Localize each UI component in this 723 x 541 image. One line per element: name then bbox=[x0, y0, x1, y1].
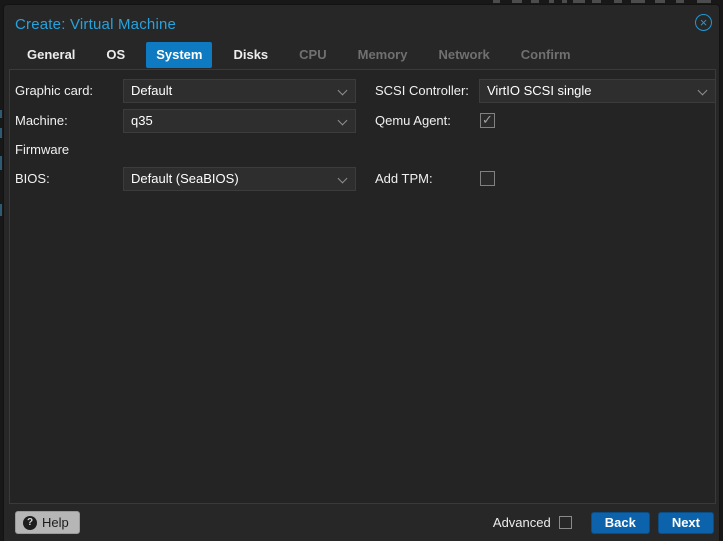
machine-select[interactable]: q35 bbox=[123, 109, 356, 133]
graphic-card-value: Default bbox=[131, 83, 172, 98]
bios-value: Default (SeaBIOS) bbox=[131, 171, 239, 186]
machine-value: q35 bbox=[131, 113, 153, 128]
advanced-checkbox[interactable] bbox=[559, 516, 572, 529]
create-vm-dialog: Create: Virtual Machine × General OS Sys… bbox=[3, 4, 720, 541]
back-button[interactable]: Back bbox=[591, 512, 650, 534]
scsi-controller-label: SCSI Controller: bbox=[375, 79, 469, 103]
help-button-label: Help bbox=[42, 515, 69, 530]
tab-cpu: CPU bbox=[289, 42, 336, 68]
scsi-controller-select[interactable]: VirtIO SCSI single bbox=[479, 79, 716, 103]
firmware-section-label: Firmware bbox=[15, 140, 69, 160]
tab-memory: Memory bbox=[348, 42, 418, 68]
tab-system[interactable]: System bbox=[146, 42, 212, 68]
advanced-label: Advanced bbox=[493, 515, 551, 530]
dialog-title: Create: Virtual Machine bbox=[15, 12, 176, 38]
graphic-card-select[interactable]: Default bbox=[123, 79, 356, 103]
add-tpm-checkbox[interactable] bbox=[480, 171, 495, 186]
next-button[interactable]: Next bbox=[658, 512, 714, 534]
chevron-down-icon bbox=[338, 116, 348, 126]
close-button[interactable]: × bbox=[695, 14, 712, 31]
check-icon: ✓ bbox=[482, 112, 493, 127]
screen: Create: Virtual Machine × General OS Sys… bbox=[0, 0, 723, 541]
tab-general[interactable]: General bbox=[17, 42, 85, 68]
chevron-down-icon bbox=[338, 174, 348, 184]
qemu-agent-label: Qemu Agent: bbox=[375, 109, 451, 133]
qemu-agent-checkbox[interactable]: ✓ bbox=[480, 113, 495, 128]
chevron-down-icon bbox=[698, 86, 708, 96]
help-icon: ? bbox=[23, 516, 37, 530]
chevron-down-icon bbox=[338, 86, 348, 96]
add-tpm-label: Add TPM: bbox=[375, 167, 433, 191]
tab-network: Network bbox=[428, 42, 499, 68]
wizard-tabbar: General OS System Disks CPU Memory Netwo… bbox=[17, 42, 709, 68]
graphic-card-label: Graphic card: bbox=[15, 79, 93, 103]
tab-confirm: Confirm bbox=[511, 42, 581, 68]
system-tab-panel: Graphic card: Default Machine: q35 Firmw… bbox=[9, 69, 716, 504]
close-icon: × bbox=[700, 16, 708, 29]
scsi-controller-value: VirtIO SCSI single bbox=[487, 83, 592, 98]
bios-select[interactable]: Default (SeaBIOS) bbox=[123, 167, 356, 191]
help-button[interactable]: ? Help bbox=[15, 511, 80, 534]
tab-disks[interactable]: Disks bbox=[223, 42, 278, 68]
machine-label: Machine: bbox=[15, 109, 68, 133]
bios-label: BIOS: bbox=[15, 167, 50, 191]
tab-os[interactable]: OS bbox=[96, 42, 135, 68]
dialog-footer: ? Help Advanced Back Next bbox=[4, 504, 719, 541]
